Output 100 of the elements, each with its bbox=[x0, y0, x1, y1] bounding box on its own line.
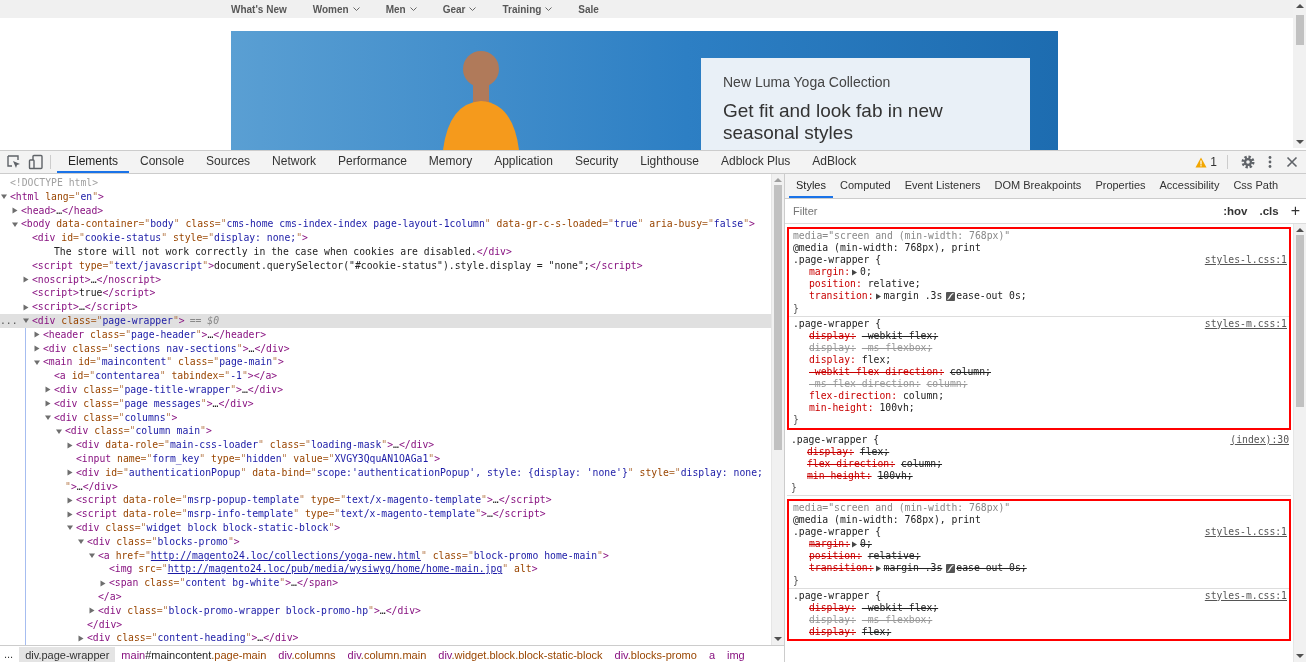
tree-row[interactable]: <div id="cookie-status" style="display: none;"> bbox=[0, 231, 771, 245]
panel-tab[interactable]: Lighthouse bbox=[629, 151, 710, 173]
property-value[interactable]: flex; bbox=[861, 625, 892, 638]
property-value[interactable]: flex; bbox=[859, 445, 890, 458]
breadcrumb[interactable]: div.column.main bbox=[341, 646, 433, 662]
more-dots[interactable]: ... bbox=[0, 648, 20, 660]
property-name[interactable]: display: bbox=[807, 445, 854, 458]
tree-row[interactable]: <div class="column main"> bbox=[0, 424, 771, 439]
tree-row[interactable]: <div class="widget block block-static-block"> bbox=[0, 520, 771, 535]
property-value[interactable]: flex; bbox=[861, 353, 892, 367]
scroll-up-arrow-icon[interactable] bbox=[1296, 227, 1304, 233]
expanded-triangle-icon[interactable] bbox=[45, 413, 51, 421]
property-name[interactable]: position: bbox=[809, 550, 862, 563]
property-value[interactable]: margin .3s bbox=[883, 562, 943, 575]
property-value[interactable]: 0; bbox=[860, 538, 872, 551]
property-value[interactable]: -webkit-flex; bbox=[861, 601, 939, 614]
close-icon[interactable] bbox=[1284, 154, 1300, 170]
tree-row[interactable]: <input name="form_key" type="hidden" value="XVGY3QquAN1OAGa1"> bbox=[0, 451, 771, 466]
scroll-thumb[interactable] bbox=[774, 185, 782, 450]
easing-curve-icon[interactable] bbox=[946, 564, 956, 573]
expand-triangle-icon[interactable] bbox=[875, 293, 881, 300]
breadcrumb[interactable]: a bbox=[702, 646, 721, 662]
inspect-icon[interactable] bbox=[6, 154, 22, 170]
panel-tab[interactable]: Application bbox=[483, 151, 564, 173]
class-toggle-button[interactable]: .cls bbox=[1257, 205, 1281, 217]
expanded-triangle-icon[interactable] bbox=[56, 427, 62, 435]
tree-row[interactable]: ... <div class="page-wrapper"> == $0 bbox=[0, 313, 771, 328]
scroll-thumb[interactable] bbox=[1295, 15, 1304, 45]
expand-triangle-icon[interactable] bbox=[852, 268, 858, 276]
nav-link[interactable]: Gear bbox=[442, 3, 477, 15]
breadcrumb[interactable]: div.widget.block.block-static-block bbox=[432, 646, 609, 662]
scrollbar[interactable] bbox=[1293, 224, 1306, 662]
property-value[interactable]: 100vh; bbox=[879, 402, 915, 415]
property-name[interactable]: min-height: bbox=[809, 402, 874, 415]
tree-row[interactable]: <script data-role="msrp-info-template" type="text/x-magento-template">…</script> bbox=[0, 507, 771, 521]
property-name[interactable]: display: bbox=[809, 353, 856, 367]
collapsed-triangle-icon[interactable] bbox=[89, 607, 95, 615]
tree-row[interactable]: <script type="text/javascript">document.querySelector("#cookie-status").style.display = "none";</script> bbox=[0, 258, 771, 273]
tree-row[interactable]: <span class="content bg-white">…</span> bbox=[0, 576, 771, 590]
nav-link[interactable]: What's New bbox=[231, 3, 287, 15]
expanded-triangle-icon[interactable] bbox=[23, 317, 29, 325]
tree-row[interactable]: <div class="page messages">…</div> bbox=[0, 396, 771, 411]
tree-row[interactable]: <div class="content-heading">…</div> bbox=[0, 631, 771, 645]
property-name[interactable]: display: bbox=[809, 601, 856, 614]
warning-counter[interactable]: 1 bbox=[1191, 151, 1221, 173]
nav-link[interactable]: Training bbox=[502, 3, 553, 15]
scroll-down-arrow-icon[interactable] bbox=[774, 636, 782, 642]
property-value[interactable]: ease-out 0s; bbox=[956, 290, 1027, 303]
device-toggle-icon[interactable] bbox=[28, 154, 44, 170]
scroll-down-arrow-icon[interactable] bbox=[1295, 139, 1304, 145]
tree-row[interactable]: <a id="contentarea" tabindex="-1"></a> bbox=[0, 369, 771, 383]
expanded-triangle-icon[interactable] bbox=[78, 538, 84, 546]
property-name[interactable]: flex-direction: bbox=[809, 390, 898, 403]
nav-link[interactable]: Sale bbox=[578, 3, 599, 15]
collapsed-triangle-icon[interactable] bbox=[34, 331, 40, 339]
property-value[interactable]: column; bbox=[900, 457, 943, 470]
breadcrumb[interactable]: div.page-wrapper bbox=[19, 646, 116, 662]
property-value[interactable]: ease-out 0s; bbox=[956, 562, 1027, 575]
tree-row[interactable]: <div class="block-promo-wrapper block-promo-hp">…</div> bbox=[0, 603, 771, 618]
property-name[interactable]: display: bbox=[809, 329, 856, 342]
panel-tab[interactable]: Console bbox=[129, 151, 196, 173]
tree-row[interactable]: <div class="columns"> bbox=[0, 410, 771, 425]
property-name[interactable]: -webkit-flex-direction: bbox=[809, 366, 944, 379]
scroll-thumb[interactable] bbox=[1296, 235, 1304, 407]
property-name[interactable]: position: bbox=[809, 278, 862, 291]
tree-row[interactable]: <div class="page-title-wrapper">…</div> bbox=[0, 382, 771, 397]
property-name[interactable]: margin: bbox=[809, 538, 851, 551]
scroll-down-arrow-icon[interactable] bbox=[1296, 653, 1304, 659]
expanded-triangle-icon[interactable] bbox=[12, 220, 18, 228]
panel-tab[interactable]: Adblock Plus bbox=[709, 151, 802, 173]
sidebar-tab[interactable]: Css Path bbox=[1226, 174, 1286, 198]
collapsed-triangle-icon[interactable] bbox=[67, 496, 73, 504]
panel-tab[interactable]: Network bbox=[261, 151, 328, 173]
collapsed-triangle-icon[interactable] bbox=[67, 441, 73, 449]
tree-row[interactable]: <main id="maincontent" class="page-main"> bbox=[0, 355, 771, 370]
tree-row[interactable]: <div class="blocks-promo"> bbox=[0, 534, 771, 549]
settings-icon[interactable] bbox=[1240, 154, 1256, 170]
tree-row[interactable]: <script>…</script> bbox=[0, 300, 771, 314]
tree-row[interactable]: <div data-role="main-css-loader" class="loading-mask">…</div> bbox=[0, 438, 771, 452]
property-value[interactable]: margin .3s bbox=[883, 290, 943, 303]
source-link[interactable]: styles-m.css:1 bbox=[1204, 589, 1287, 602]
property-name[interactable]: transition: bbox=[809, 290, 874, 303]
panel-tab[interactable]: Sources bbox=[195, 151, 262, 173]
tree-row[interactable]: <html lang="en"> bbox=[0, 189, 771, 204]
collapsed-triangle-icon[interactable] bbox=[67, 510, 73, 518]
sidebar-tab[interactable]: Properties bbox=[1088, 174, 1153, 198]
collapsed-triangle-icon[interactable] bbox=[45, 400, 51, 408]
collapsed-triangle-icon[interactable] bbox=[23, 275, 29, 283]
collapsed-triangle-icon[interactable] bbox=[45, 386, 51, 394]
tree-row[interactable]: <a href="http://magento24.loc/collections/yoga-new.html" class="block-promo home-main"> bbox=[0, 548, 771, 563]
tree-row[interactable]: <div class="sections nav-sections">…</div> bbox=[0, 341, 771, 356]
source-link[interactable]: styles-l.css:1 bbox=[1204, 254, 1287, 267]
collapsed-triangle-icon[interactable] bbox=[12, 207, 18, 214]
expanded-triangle-icon[interactable] bbox=[67, 524, 73, 532]
panel-tab[interactable]: Memory bbox=[417, 151, 484, 173]
sidebar-tab[interactable]: Styles bbox=[789, 174, 833, 198]
expanded-triangle-icon[interactable] bbox=[1, 193, 7, 201]
more-dots[interactable]: ... bbox=[0, 313, 18, 328]
source-link[interactable]: styles-m.css:1 bbox=[1204, 317, 1287, 330]
property-value[interactable]: column; bbox=[902, 390, 945, 403]
